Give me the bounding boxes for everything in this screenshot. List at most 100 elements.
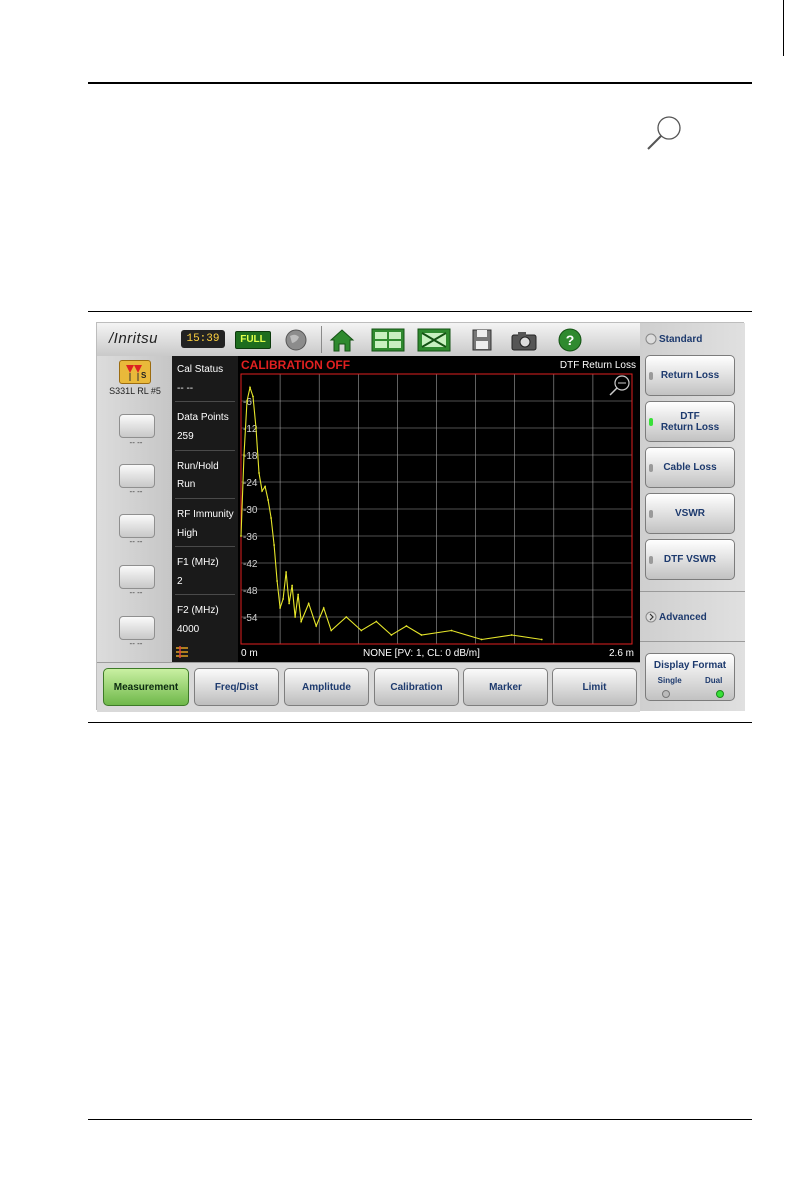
figure-bottom-rule [88,722,752,723]
trace-point [240,535,242,537]
soft-button-5[interactable] [119,616,155,640]
instrument-name: S331L RL #5 [109,386,161,396]
info-label: Run/Hold [177,461,219,472]
battery-indicator: FULL [235,331,271,349]
left-panel: S S331L RL #5 -- -- -- -- -- -- -- -- --… [97,356,172,662]
info-value: Run [177,479,196,490]
status-led [649,464,653,472]
info-label: F1 (MHz) [177,557,219,568]
button-label: VSWR [675,508,705,519]
footer-rule [88,1119,752,1120]
save-icon[interactable] [467,327,497,353]
trace-point [315,625,318,627]
trace-point [258,472,260,474]
trace-point [510,634,513,636]
format-toggle[interactable] [660,689,726,699]
plot-area: CALIBRATION OFF DTF Return Loss -6 -12 -18… [238,356,640,662]
instrument-screen: /Inritsu 15:39 FULL ? S S331L RL #5 -- -… [96,322,745,712]
trace-point [294,616,297,618]
trace-point [252,395,254,398]
trace-chart[interactable]: -6-12-18-24-30-36-42-48-54 [238,356,640,662]
trace-point [246,400,248,402]
tab-freq-dist[interactable]: Freq/Dist [194,668,279,706]
svg-text:?: ? [566,332,575,348]
magnifier-icon [647,116,681,150]
y-tick-label: -18 [243,451,258,462]
trace-point [375,620,378,623]
y-tick-label: -54 [243,613,258,624]
crop-mark [783,0,784,56]
y-tick-label: -30 [243,505,258,516]
y-tick-label: -36 [243,532,258,543]
info-label: Data Points [177,412,229,423]
info-value: -- -- [177,383,194,394]
soft-button-4[interactable] [119,565,155,589]
soft-button-label: -- -- [129,537,143,546]
trace-point [330,629,333,632]
toolbar-divider [321,326,322,353]
standard-label[interactable]: Standard [659,334,702,345]
globe-icon[interactable] [281,327,311,353]
tab-marker[interactable]: Marker [463,668,548,706]
tab-amplitude[interactable]: Amplitude [284,668,369,706]
camera-icon[interactable] [509,327,539,353]
dtf-trace-line [240,385,542,641]
radio-icon[interactable] [645,333,657,345]
menu-divider [640,641,745,642]
single-option[interactable]: Single [658,675,682,686]
brand-logo: /Inritsu [109,330,159,347]
zoom-icon[interactable] [608,373,632,397]
home-icon[interactable] [327,327,357,353]
chevron-right-icon[interactable] [645,611,657,623]
dtf-vswr-button[interactable]: DTF VSWR [645,539,735,580]
trace-point [540,638,543,641]
trace-point [322,607,325,609]
trace-point [273,544,275,546]
trace-footer: NONE [PV: 1, CL: 0 dB/m] [363,648,480,659]
help-icon[interactable]: ? [555,327,585,353]
status-led [649,510,653,518]
advanced-label[interactable]: Advanced [659,612,707,623]
trace-point [279,607,281,609]
info-value: 4000 [177,624,200,635]
cable-loss-button[interactable]: Cable Loss [645,447,735,488]
instrument-badge: S [119,360,151,384]
dual-option[interactable]: Dual [705,675,722,686]
figure-top-rule [88,311,752,312]
info-value: 2 [177,576,183,587]
trace-point [345,616,348,618]
menu-divider [640,591,745,592]
trace-point [288,602,291,605]
display-format-button[interactable]: Display Format Single Dual [645,653,735,701]
info-divider [175,498,235,499]
info-divider [175,594,235,595]
tab-limit[interactable]: Limit [552,668,637,706]
trace-point [267,499,269,501]
button-label: Cable Loss [663,462,717,473]
trace-point [297,593,300,596]
info-divider [175,450,235,451]
soft-button-label: -- -- [129,588,143,597]
return-loss-button[interactable]: Return Loss [645,355,735,396]
soft-button-1[interactable] [119,414,155,438]
settings-icon[interactable] [174,644,190,660]
layout-icon[interactable] [371,327,405,353]
info-label: Cal Status [177,364,224,375]
soft-button-label: -- -- [129,487,143,496]
trace-point [480,638,483,641]
trace-point [307,602,310,605]
trace-point [360,629,363,632]
tab-calibration[interactable]: Calibration [374,668,459,706]
fullscreen-icon[interactable] [417,327,451,353]
x-end-label: 2.6 m [608,648,634,659]
measurement-info-panel: Cal Status -- -- Data Points 259 Run/Hol… [172,356,238,662]
trace-point [291,584,294,587]
tab-measurement[interactable]: Measurement [103,668,189,706]
vswr-button[interactable]: VSWR [645,493,735,534]
trace-point [243,454,245,456]
soft-button-2[interactable] [119,464,155,488]
trace-point [300,620,303,623]
soft-button-3[interactable] [119,514,155,538]
dtf-return-loss-button[interactable]: DTF Return Loss [645,401,735,442]
header-rule [88,82,752,84]
